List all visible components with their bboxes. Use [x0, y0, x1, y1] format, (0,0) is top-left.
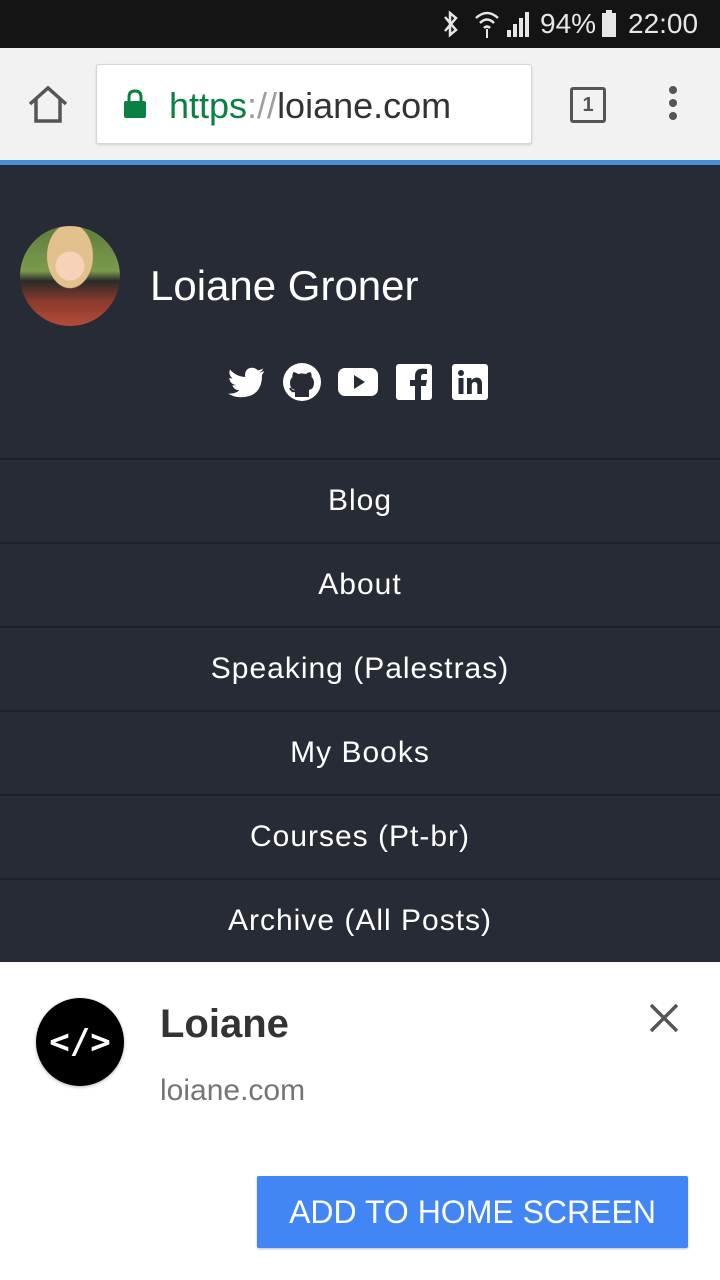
close-icon[interactable] — [648, 1002, 680, 1034]
avatar — [20, 226, 120, 326]
url-host: loiane.com — [277, 85, 452, 126]
facebook-icon[interactable] — [394, 362, 434, 402]
bluetooth-icon — [442, 10, 460, 45]
signal-icon — [506, 10, 532, 45]
app-url: loiane.com — [160, 1074, 306, 1107]
nav-item-blog[interactable]: Blog — [0, 458, 720, 542]
url-scheme: https — [169, 85, 248, 126]
youtube-icon[interactable] — [338, 362, 378, 402]
linkedin-icon[interactable] — [450, 362, 490, 402]
url-separator: :// — [247, 85, 278, 126]
wifi-icon — [474, 9, 500, 46]
app-icon: </> — [36, 998, 124, 1086]
app-name: Loiane — [160, 1002, 289, 1046]
social-links — [226, 362, 490, 402]
home-icon[interactable] — [26, 84, 70, 124]
battery-icon — [601, 10, 617, 37]
lock-icon — [123, 89, 147, 119]
page-load-progress — [0, 160, 720, 165]
site-name[interactable]: Loiane Groner — [150, 262, 419, 310]
tab-switcher-button[interactable]: 1 — [570, 87, 606, 123]
browser-toolbar: https://loiane.com 1 — [0, 48, 720, 160]
main-nav: Blog About Speaking (Palestras) My Books… — [0, 458, 720, 962]
github-icon[interactable] — [282, 362, 322, 402]
url-bar[interactable]: https://loiane.com — [96, 64, 532, 144]
status-bar: 94% 22:00 — [0, 0, 720, 48]
url-text: https://loiane.com — [169, 85, 451, 127]
overflow-menu-icon[interactable] — [666, 86, 680, 122]
twitter-icon[interactable] — [226, 362, 266, 402]
add-to-home-screen-button[interactable]: ADD TO HOME SCREEN — [257, 1176, 688, 1248]
clock: 22:00 — [628, 8, 699, 39]
nav-item-speaking[interactable]: Speaking (Palestras) — [0, 626, 720, 710]
nav-item-about[interactable]: About — [0, 542, 720, 626]
nav-item-courses[interactable]: Courses (Pt-br) — [0, 794, 720, 878]
battery-percent: 94% — [540, 8, 597, 39]
nav-item-my-books[interactable]: My Books — [0, 710, 720, 794]
add-to-home-banner: </> Loiane loiane.com ADD TO HOME SCREEN — [0, 962, 720, 1280]
nav-item-archive[interactable]: Archive (All Posts) — [0, 878, 720, 962]
